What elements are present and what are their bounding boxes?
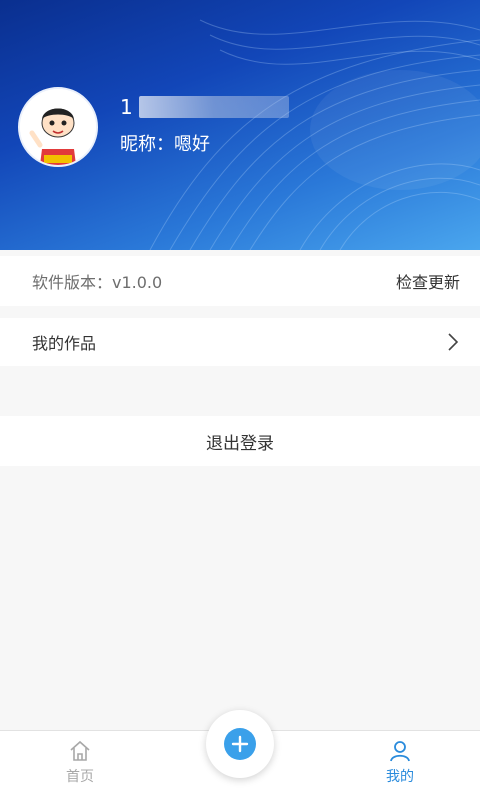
plus-icon	[231, 735, 249, 753]
cartoon-avatar-icon	[20, 89, 96, 165]
user-id: 1	[120, 94, 289, 120]
my-works-row[interactable]: 我的作品	[0, 318, 480, 366]
version-label: 软件版本：v1.0.0	[32, 273, 163, 292]
tab-mine-label: 我的	[386, 769, 414, 785]
user-id-text: 1	[120, 95, 133, 119]
fab-circle	[224, 728, 256, 760]
tab-home[interactable]: 首页	[40, 739, 120, 795]
tab-home-label: 首页	[66, 769, 94, 785]
home-icon	[70, 740, 90, 761]
user-id-mask	[138, 96, 289, 118]
nickname: 昵称：嗯好	[120, 134, 210, 155]
add-button[interactable]	[206, 710, 274, 778]
user-icon	[390, 741, 410, 762]
chevron-right-icon	[448, 333, 459, 351]
profile-header: 1 昵称：嗯好	[0, 0, 480, 250]
avatar[interactable]	[18, 87, 98, 167]
tab-mine[interactable]: 我的	[360, 739, 440, 795]
logout-button[interactable]: 退出登录	[0, 416, 480, 466]
version-row: 软件版本：v1.0.0 检查更新	[0, 256, 480, 306]
logout-label: 退出登录	[206, 433, 274, 454]
my-works-label: 我的作品	[32, 334, 97, 353]
check-update-button[interactable]: 检查更新	[396, 269, 460, 293]
